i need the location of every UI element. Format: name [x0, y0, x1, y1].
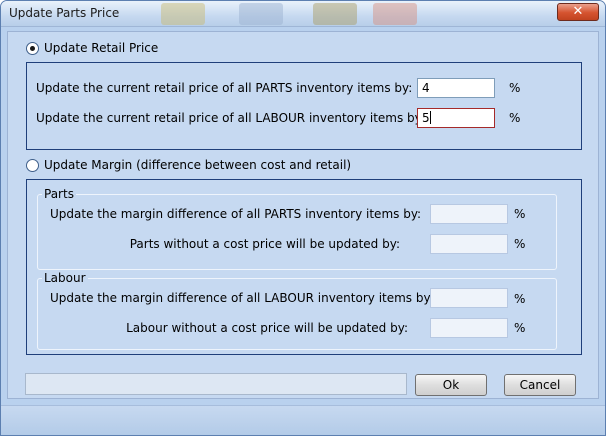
toolbar-ghost-icon-3 [313, 3, 357, 25]
parts-margin-input[interactable] [430, 204, 508, 224]
retail-panel: Update the current retail price of all P… [26, 62, 582, 150]
status-bar [1, 405, 605, 435]
labour-nocost-label: Labour without a cost price will be upda… [126, 321, 408, 335]
ok-button[interactable]: Ok [415, 374, 487, 396]
retail-parts-input[interactable]: 4 [417, 78, 495, 98]
parts-margin-percent: % [514, 207, 526, 221]
retail-parts-percent: % [509, 81, 521, 95]
cancel-button[interactable]: Cancel [504, 374, 576, 396]
toolbar-ghost-icon-4 [373, 3, 417, 25]
margin-option-label: Update Margin (difference between cost a… [44, 158, 352, 172]
labour-margin-percent: % [514, 292, 526, 306]
dialog-body: Update Retail Price Update the current r… [7, 31, 599, 399]
retail-parts-label: Update the current retail price of all P… [36, 81, 413, 95]
title-bar[interactable]: Update Parts Price ✕ [1, 1, 605, 27]
retail-option-label: Update Retail Price [44, 41, 159, 55]
retail-radio[interactable] [26, 41, 39, 55]
labour-nocost-input[interactable] [430, 318, 508, 338]
toolbar-ghost-icon-1 [161, 3, 205, 25]
labour-group: Labour Update the margin difference of a… [37, 271, 557, 350]
retail-option[interactable]: Update Retail Price [26, 41, 158, 55]
margin-option[interactable]: Update Margin (difference between cost a… [26, 158, 351, 172]
margin-radio[interactable] [26, 158, 39, 172]
parts-group: Parts Update the margin difference of al… [37, 187, 557, 270]
toolbar-ghost-icon-2 [239, 3, 283, 25]
update-parts-price-dialog: Update Parts Price ✕ Update Retail Price… [0, 0, 606, 436]
progress-bar [25, 373, 407, 395]
retail-labour-input[interactable]: 5 [417, 108, 495, 128]
margin-panel: Parts Update the margin difference of al… [26, 179, 582, 355]
parts-group-legend: Parts [42, 187, 76, 201]
close-button[interactable]: ✕ [557, 3, 599, 21]
parts-nocost-label: Parts without a cost price will be updat… [129, 237, 400, 251]
labour-group-legend: Labour [42, 271, 88, 285]
parts-nocost-percent: % [514, 237, 526, 251]
window-title: Update Parts Price [9, 6, 120, 20]
labour-margin-label: Update the margin difference of all LABO… [50, 291, 434, 305]
labour-margin-input[interactable] [430, 288, 508, 308]
retail-labour-percent: % [509, 111, 521, 125]
parts-margin-label: Update the margin difference of all PART… [50, 207, 422, 221]
parts-nocost-input[interactable] [430, 234, 508, 254]
retail-labour-label: Update the current retail price of all L… [36, 111, 425, 125]
labour-nocost-percent: % [514, 321, 526, 335]
